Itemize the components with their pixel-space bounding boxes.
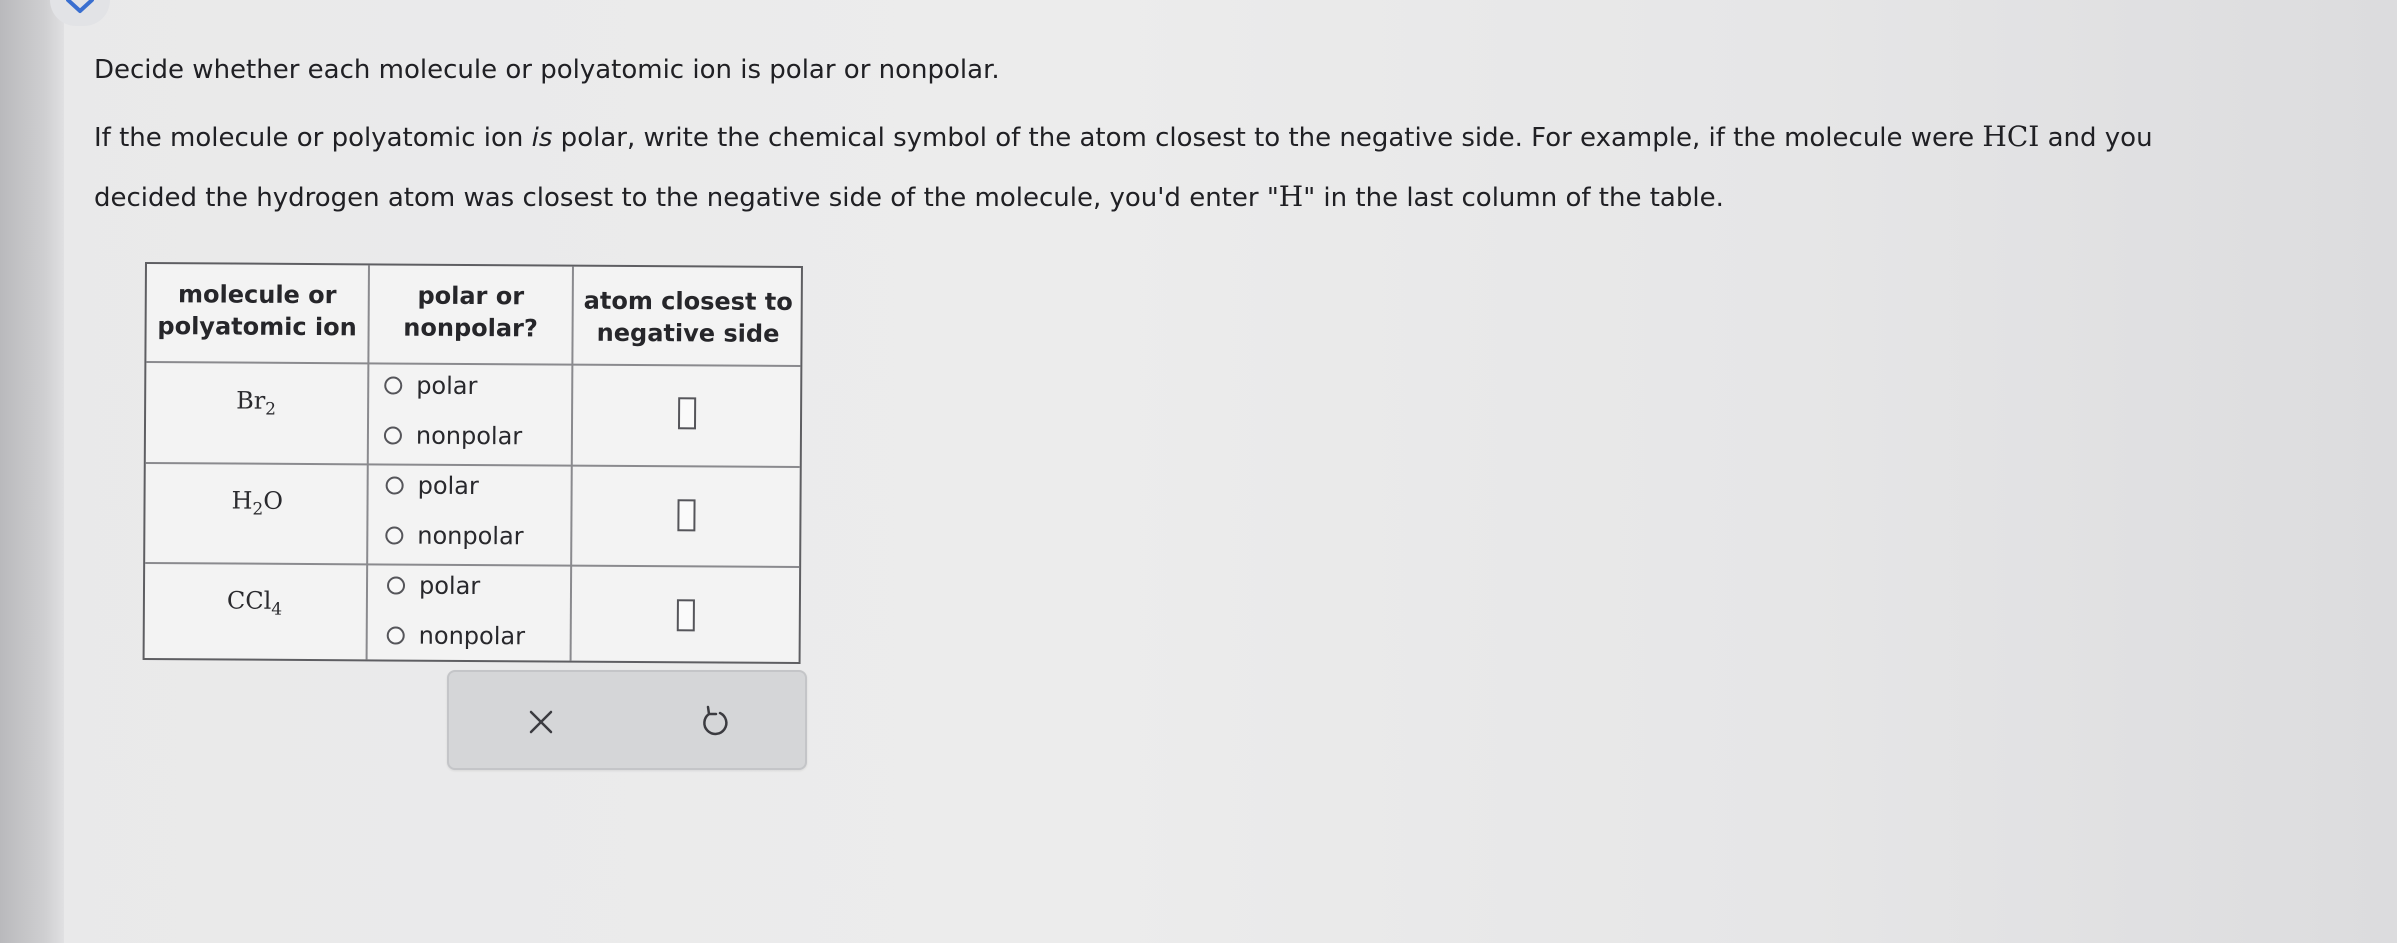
instruction-line-2: If the molecule or polyatomic ion is pol… [94, 120, 2153, 153]
radio-button[interactable] [386, 576, 406, 595]
answer-input-row2[interactable] [677, 499, 696, 532]
instruction-line-1: Decide whether each molecule or polyatom… [94, 55, 1000, 85]
header-atom-closest: atom closest to negative side [583, 286, 793, 348]
answer-input-row3[interactable] [676, 599, 695, 632]
clear-button[interactable] [513, 694, 569, 750]
undo-icon [703, 705, 728, 736]
radio-button[interactable] [384, 376, 403, 395]
radio-button[interactable] [385, 476, 404, 495]
formula-ccl4: CCl4 [226, 586, 283, 620]
polarity-table: molecule or polyatomic ion polar or nonp… [142, 262, 803, 665]
radio-nonpolar-row3[interactable]: nonpolar [386, 621, 525, 650]
action-bar [447, 670, 807, 770]
radio-polar-row3[interactable]: polar [386, 571, 480, 600]
header-molecule: molecule or polyatomic ion [157, 280, 357, 342]
answer-input-row1[interactable] [677, 397, 697, 430]
formula-h2o: H2O [231, 486, 284, 520]
radio-nonpolar-row2[interactable]: nonpolar [385, 521, 524, 550]
radio-polar-row1[interactable]: polar [384, 371, 478, 400]
row-divider [145, 462, 800, 469]
radio-button[interactable] [383, 426, 402, 445]
left-edge-strip [0, 0, 64, 943]
header-polarity: polar or nonpolar? [403, 281, 538, 343]
radio-polar-row2[interactable]: polar [385, 471, 479, 500]
undo-button[interactable] [687, 694, 743, 750]
row-divider [145, 562, 800, 569]
x-icon [529, 710, 553, 734]
radio-button[interactable] [386, 626, 405, 645]
formula-br2: Br2 [236, 386, 277, 420]
radio-button[interactable] [385, 526, 404, 545]
row-divider [146, 361, 801, 368]
radio-nonpolar-row1[interactable]: nonpolar [383, 421, 522, 450]
chevron-down-icon [66, 0, 94, 13]
instruction-line-3: decided the hydrogen atom was closest to… [94, 180, 1724, 213]
